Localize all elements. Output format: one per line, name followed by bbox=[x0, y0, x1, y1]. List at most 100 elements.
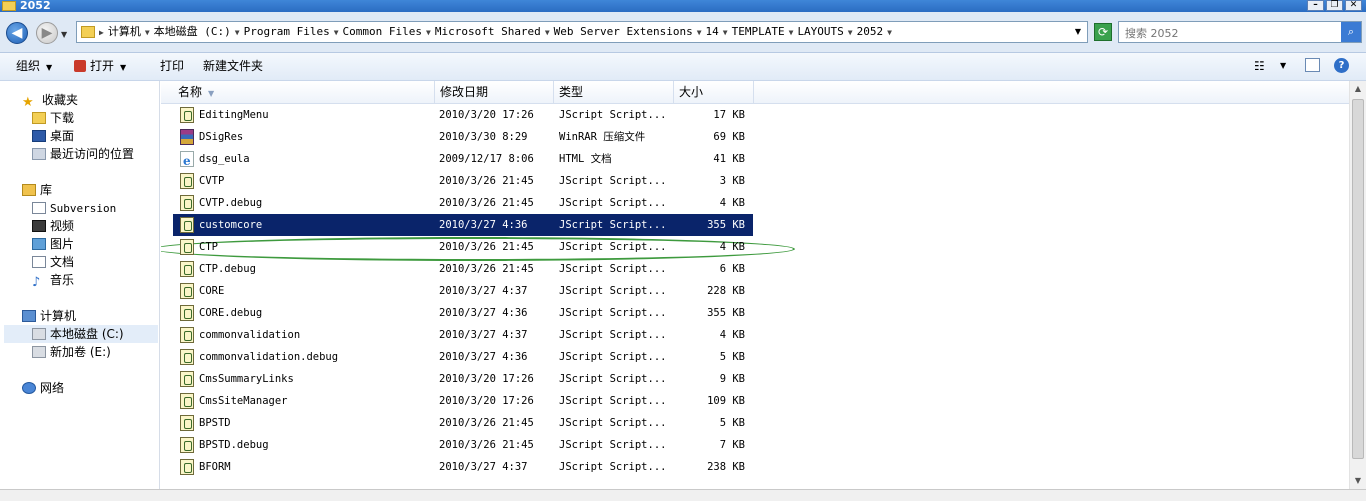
jscript-file-icon bbox=[180, 283, 194, 299]
nav-music[interactable]: ♪ 音乐 bbox=[32, 271, 74, 290]
file-row[interactable]: EditingMenu 2010/3/20 17:26 JScript Script… bbox=[173, 104, 753, 126]
column-header-size[interactable]: 大小 bbox=[674, 81, 754, 103]
nav-label: 网络 bbox=[40, 381, 65, 395]
organize-button[interactable]: 组织 ▼ bbox=[16, 58, 52, 74]
nav-pictures[interactable]: 图片 bbox=[32, 235, 74, 253]
breadcrumb-separator-icon[interactable]: ▼ bbox=[235, 28, 240, 37]
file-row[interactable]: CTP.debug 2010/3/26 21:45 JScript Script..… bbox=[173, 258, 753, 280]
breadcrumb-separator-icon[interactable]: ▼ bbox=[334, 28, 339, 37]
file-size: 355 KB bbox=[707, 307, 745, 319]
open-button[interactable]: 打开 ▼ bbox=[74, 58, 126, 74]
recent-pages-dropdown[interactable]: ▼ bbox=[61, 30, 67, 39]
file-type: JScript Script... bbox=[559, 197, 667, 209]
preview-pane-icon[interactable] bbox=[1305, 58, 1320, 72]
breadcrumb-item[interactable]: LAYOUTS bbox=[797, 25, 843, 38]
nav-local-disk[interactable]: 本地磁盘 (C:) bbox=[4, 325, 158, 343]
file-date: 2010/3/26 21:45 bbox=[439, 175, 534, 187]
file-row[interactable]: BPSTD.debug 2010/3/26 21:45 JScript Script… bbox=[173, 434, 753, 456]
column-header-date[interactable]: 修改日期 bbox=[435, 81, 554, 103]
file-row[interactable]: CTP 2010/3/26 21:45 JScript Script... 4 KB bbox=[173, 236, 753, 258]
file-row[interactable]: CORE 2010/3/27 4:37 JScript Script... 228 K… bbox=[173, 280, 753, 302]
file-row[interactable]: CmsSiteManager 2010/3/20 17:26 JScript Scr… bbox=[173, 390, 753, 412]
address-dropdown[interactable]: ▼ bbox=[1075, 27, 1081, 36]
file-row[interactable]: BPSTD 2010/3/26 21:45 JScript Script... 5 K… bbox=[173, 412, 753, 434]
breadcrumb-item[interactable]: Web Server Extensions bbox=[554, 25, 693, 38]
scroll-up-icon[interactable]: ▲ bbox=[1350, 81, 1366, 97]
refresh-button[interactable]: ⟳ bbox=[1094, 23, 1112, 41]
breadcrumb-item[interactable]: 14 bbox=[706, 25, 719, 38]
column-header-name[interactable]: 名称 ▼ bbox=[173, 81, 435, 103]
file-type: HTML 文档 bbox=[559, 153, 612, 165]
back-button[interactable]: ◀ bbox=[6, 22, 28, 44]
nav-downloads[interactable]: 下载 bbox=[32, 109, 74, 127]
breadcrumb-item[interactable]: 2052 bbox=[857, 25, 884, 38]
file-size: 17 KB bbox=[713, 109, 745, 121]
breadcrumb-separator-icon[interactable]: ▼ bbox=[545, 28, 550, 37]
column-header-type[interactable]: 类型 bbox=[554, 81, 674, 103]
breadcrumb-separator-icon[interactable]: ▼ bbox=[145, 28, 150, 37]
breadcrumb-separator-icon[interactable]: ▼ bbox=[887, 28, 892, 37]
jscript-file-icon bbox=[180, 261, 194, 277]
breadcrumb-separator-icon[interactable]: ▶ bbox=[99, 28, 104, 37]
address-bar[interactable]: ▶ 计算机 ▼ 本地磁盘 (C:) ▼ Program Files ▼ Common File… bbox=[76, 21, 1088, 43]
breadcrumb-separator-icon[interactable]: ▼ bbox=[426, 28, 431, 37]
search-input[interactable] bbox=[1123, 24, 1337, 42]
breadcrumb-item[interactable]: Microsoft Shared bbox=[435, 25, 541, 38]
file-row[interactable]: DSigRes 2010/3/30 8:29 WinRAR 压缩文件 69 KB bbox=[173, 126, 753, 148]
window-controls: – ❐ ✕ bbox=[1307, 0, 1362, 11]
nav-computer[interactable]: 计算机 bbox=[22, 307, 76, 325]
recent-places-icon bbox=[32, 148, 46, 160]
winrar-archive-icon bbox=[180, 129, 194, 145]
nav-libraries[interactable]: 库 bbox=[22, 181, 52, 199]
breadcrumb-item[interactable]: 计算机 bbox=[108, 25, 141, 38]
print-button[interactable]: 打印 bbox=[160, 58, 184, 74]
help-icon[interactable]: ? bbox=[1334, 58, 1349, 73]
scroll-down-icon[interactable]: ▼ bbox=[1350, 473, 1366, 489]
search-button[interactable]: ⌕ bbox=[1341, 22, 1361, 42]
file-row[interactable]: CmsSummaryLinks 2010/3/20 17:26 JScript Sc… bbox=[173, 368, 753, 390]
breadcrumb-separator-icon[interactable]: ▼ bbox=[723, 28, 728, 37]
breadcrumb-separator-icon[interactable]: ▼ bbox=[697, 28, 702, 37]
breadcrumb-item[interactable]: Common Files bbox=[343, 25, 422, 38]
vertical-scrollbar[interactable]: ▲ ▼ bbox=[1349, 81, 1366, 489]
nav-recent[interactable]: 最近访问的位置 bbox=[32, 145, 134, 163]
nav-subversion[interactable]: Subversion bbox=[32, 199, 116, 217]
new-folder-button[interactable]: 新建文件夹 bbox=[203, 58, 263, 74]
nav-favorites[interactable]: ★ 收藏夹 bbox=[22, 91, 79, 110]
maximize-button[interactable]: ❐ bbox=[1326, 0, 1343, 11]
file-size: 41 KB bbox=[713, 153, 745, 165]
library-icon bbox=[22, 184, 36, 196]
view-dropdown[interactable]: ▼ bbox=[1280, 58, 1286, 74]
jscript-file-icon bbox=[180, 195, 194, 211]
nav-videos[interactable]: 视频 bbox=[32, 217, 74, 235]
breadcrumb-item[interactable]: 本地磁盘 (C:) bbox=[154, 25, 231, 38]
file-size: 69 KB bbox=[713, 131, 745, 143]
file-row[interactable]: commonvalidation.debug 2010/3/27 4:36 JScr… bbox=[173, 346, 753, 368]
forward-button[interactable]: ▶ bbox=[36, 22, 58, 44]
minimize-button[interactable]: – bbox=[1307, 0, 1324, 11]
file-name: DSigRes bbox=[199, 131, 244, 143]
nav-desktop[interactable]: 桌面 bbox=[32, 127, 74, 145]
breadcrumb-separator-icon[interactable]: ▼ bbox=[789, 28, 794, 37]
view-options-icon[interactable]: ☷ bbox=[1254, 58, 1270, 73]
breadcrumb-separator-icon[interactable]: ▼ bbox=[848, 28, 853, 37]
file-row[interactable]: CVTP.debug 2010/3/26 21:45 JScript Script.… bbox=[173, 192, 753, 214]
scroll-thumb[interactable] bbox=[1352, 99, 1364, 459]
close-button[interactable]: ✕ bbox=[1345, 0, 1362, 11]
file-name: commonvalidation.debug bbox=[199, 351, 339, 363]
breadcrumb-item[interactable]: Program Files bbox=[244, 25, 330, 38]
file-row[interactable]: BFORM 2010/3/27 4:37 JScript Script... 238 … bbox=[173, 456, 753, 478]
nav-network[interactable]: 网络 bbox=[22, 379, 64, 397]
file-row[interactable]: CVTP 2010/3/26 21:45 JScript Script... 3 KB bbox=[173, 170, 753, 192]
html-document-icon bbox=[180, 150, 194, 172]
file-row[interactable]: customcore 2010/3/27 4:36 JScript Script..… bbox=[173, 214, 753, 236]
breadcrumb-item[interactable]: TEMPLATE bbox=[732, 25, 785, 38]
nav-new-volume[interactable]: 新加卷 (E:) bbox=[32, 343, 111, 361]
nav-label: 图片 bbox=[50, 237, 75, 251]
file-row[interactable]: CORE.debug 2010/3/27 4:36 JScript Script..… bbox=[173, 302, 753, 324]
file-row[interactable]: dsg_eula 2009/12/17 8:06 HTML 文档 41 KB bbox=[173, 148, 753, 172]
arrow-right-icon: ▶ bbox=[41, 25, 53, 41]
nav-documents[interactable]: 文档 bbox=[32, 253, 74, 271]
file-row[interactable]: commonvalidation 2010/3/27 4:37 JScript Sc… bbox=[173, 324, 753, 346]
nav-label: 收藏夹 bbox=[42, 93, 79, 107]
